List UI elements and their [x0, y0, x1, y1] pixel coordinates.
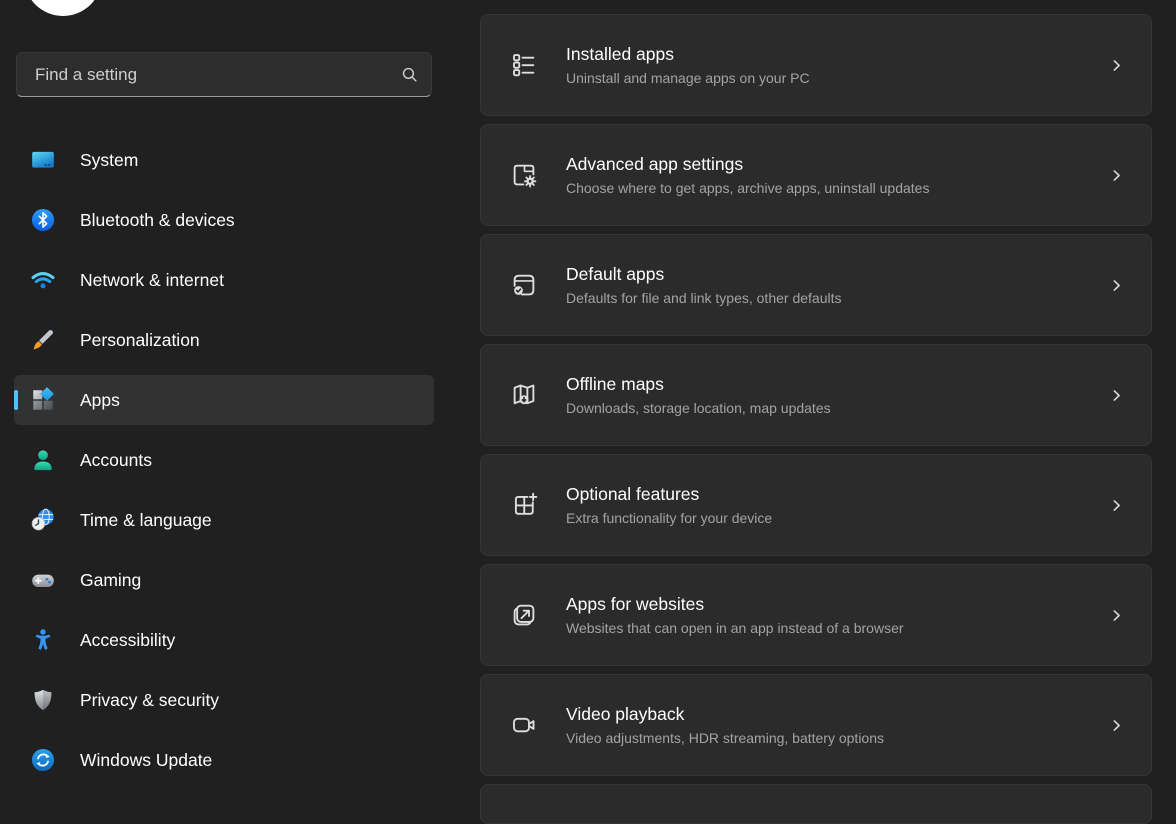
sidebar-item-label: Accessibility [80, 630, 175, 651]
sidebar-item-time-language[interactable]: Time & language [14, 495, 434, 545]
search-box[interactable] [16, 52, 432, 97]
card-title: Offline maps [566, 373, 1094, 396]
settings-card-optional-features[interactable]: Optional features Extra functionality fo… [480, 454, 1152, 556]
search-input[interactable] [33, 64, 401, 86]
accounts-icon [30, 447, 56, 473]
default-apps-icon [509, 270, 539, 300]
sidebar-item-personalization[interactable]: Personalization [14, 315, 434, 365]
apps-icon [30, 387, 56, 413]
card-subtitle: Uninstall and manage apps on your PC [566, 69, 1094, 87]
sidebar-item-label: Gaming [80, 570, 141, 591]
settings-card-video-playback[interactable]: Video playback Video adjustments, HDR st… [480, 674, 1152, 776]
windows-update-icon [30, 747, 56, 773]
card-title: Optional features [566, 483, 1094, 506]
chevron-right-icon [1110, 609, 1123, 622]
chevron-right-icon [1110, 719, 1123, 732]
card-title: Video playback [566, 703, 1094, 726]
personalization-icon [30, 327, 56, 353]
card-subtitle: Video adjustments, HDR streaming, batter… [566, 729, 1094, 747]
video-playback-icon [509, 710, 539, 740]
settings-card-default-apps[interactable]: Default apps Defaults for file and link … [480, 234, 1152, 336]
sidebar-item-gaming[interactable]: Gaming [14, 555, 434, 605]
sidebar-item-system[interactable]: System [14, 135, 434, 185]
chevron-right-icon [1110, 169, 1123, 182]
sidebar-item-label: System [80, 150, 138, 171]
card-subtitle: Websites that can open in an app instead… [566, 619, 1094, 637]
sidebar-item-label: Accounts [80, 450, 152, 471]
card-title: Advanced app settings [566, 153, 1094, 176]
advanced-app-settings-icon [509, 160, 539, 190]
accessibility-icon [30, 627, 56, 653]
system-icon [30, 147, 56, 173]
sidebar-item-label: Apps [80, 390, 120, 411]
settings-card-offline-maps[interactable]: Offline maps Downloads, storage location… [480, 344, 1152, 446]
sidebar-item-label: Bluetooth & devices [80, 210, 235, 231]
chevron-right-icon [1110, 59, 1123, 72]
sidebar-item-label: Windows Update [80, 750, 212, 771]
network-icon [30, 267, 56, 293]
chevron-right-icon [1110, 499, 1123, 512]
settings-card-installed-apps[interactable]: Installed apps Uninstall and manage apps… [480, 14, 1152, 116]
sidebar-item-bluetooth-devices[interactable]: Bluetooth & devices [14, 195, 434, 245]
installed-apps-icon [509, 50, 539, 80]
time-language-icon [30, 507, 56, 533]
chevron-right-icon [1110, 279, 1123, 292]
sidebar-item-privacy-security[interactable]: Privacy & security [14, 675, 434, 725]
bluetooth-icon [30, 207, 56, 233]
card-subtitle: Defaults for file and link types, other … [566, 289, 1094, 307]
sidebar-item-accessibility[interactable]: Accessibility [14, 615, 434, 665]
sidebar-nav: System Bluetooth & devices Network & int… [14, 135, 434, 795]
sidebar: System Bluetooth & devices Network & int… [0, 0, 462, 787]
settings-card-apps-for-websites[interactable]: Apps for websites Websites that can open… [480, 564, 1152, 666]
sidebar-item-label: Personalization [80, 330, 200, 351]
card-title: Installed apps [566, 43, 1094, 66]
apps-settings-page: Installed apps Uninstall and manage apps… [480, 14, 1152, 824]
privacy-security-icon [30, 687, 56, 713]
settings-card-advanced-app-settings[interactable]: Advanced app settings Choose where to ge… [480, 124, 1152, 226]
card-title: Default apps [566, 263, 1094, 286]
card-title: Apps for websites [566, 593, 1094, 616]
optional-features-icon [509, 490, 539, 520]
sidebar-item-windows-update[interactable]: Windows Update [14, 735, 434, 785]
card-subtitle: Downloads, storage location, map updates [566, 399, 1094, 417]
partial-card[interactable] [480, 784, 1152, 824]
sidebar-item-apps[interactable]: Apps [14, 375, 434, 425]
gaming-icon [30, 567, 56, 593]
settings-card-list: Installed apps Uninstall and manage apps… [480, 14, 1152, 776]
card-subtitle: Extra functionality for your device [566, 509, 1094, 527]
sidebar-item-network-internet[interactable]: Network & internet [14, 255, 434, 305]
offline-maps-icon [509, 380, 539, 410]
sidebar-item-accounts[interactable]: Accounts [14, 435, 434, 485]
card-subtitle: Choose where to get apps, archive apps, … [566, 179, 1094, 197]
sidebar-item-label: Time & language [80, 510, 212, 531]
chevron-right-icon [1110, 389, 1123, 402]
search-icon[interactable] [401, 66, 418, 83]
sidebar-item-label: Network & internet [80, 270, 224, 291]
apps-for-websites-icon [509, 600, 539, 630]
sidebar-item-label: Privacy & security [80, 690, 219, 711]
